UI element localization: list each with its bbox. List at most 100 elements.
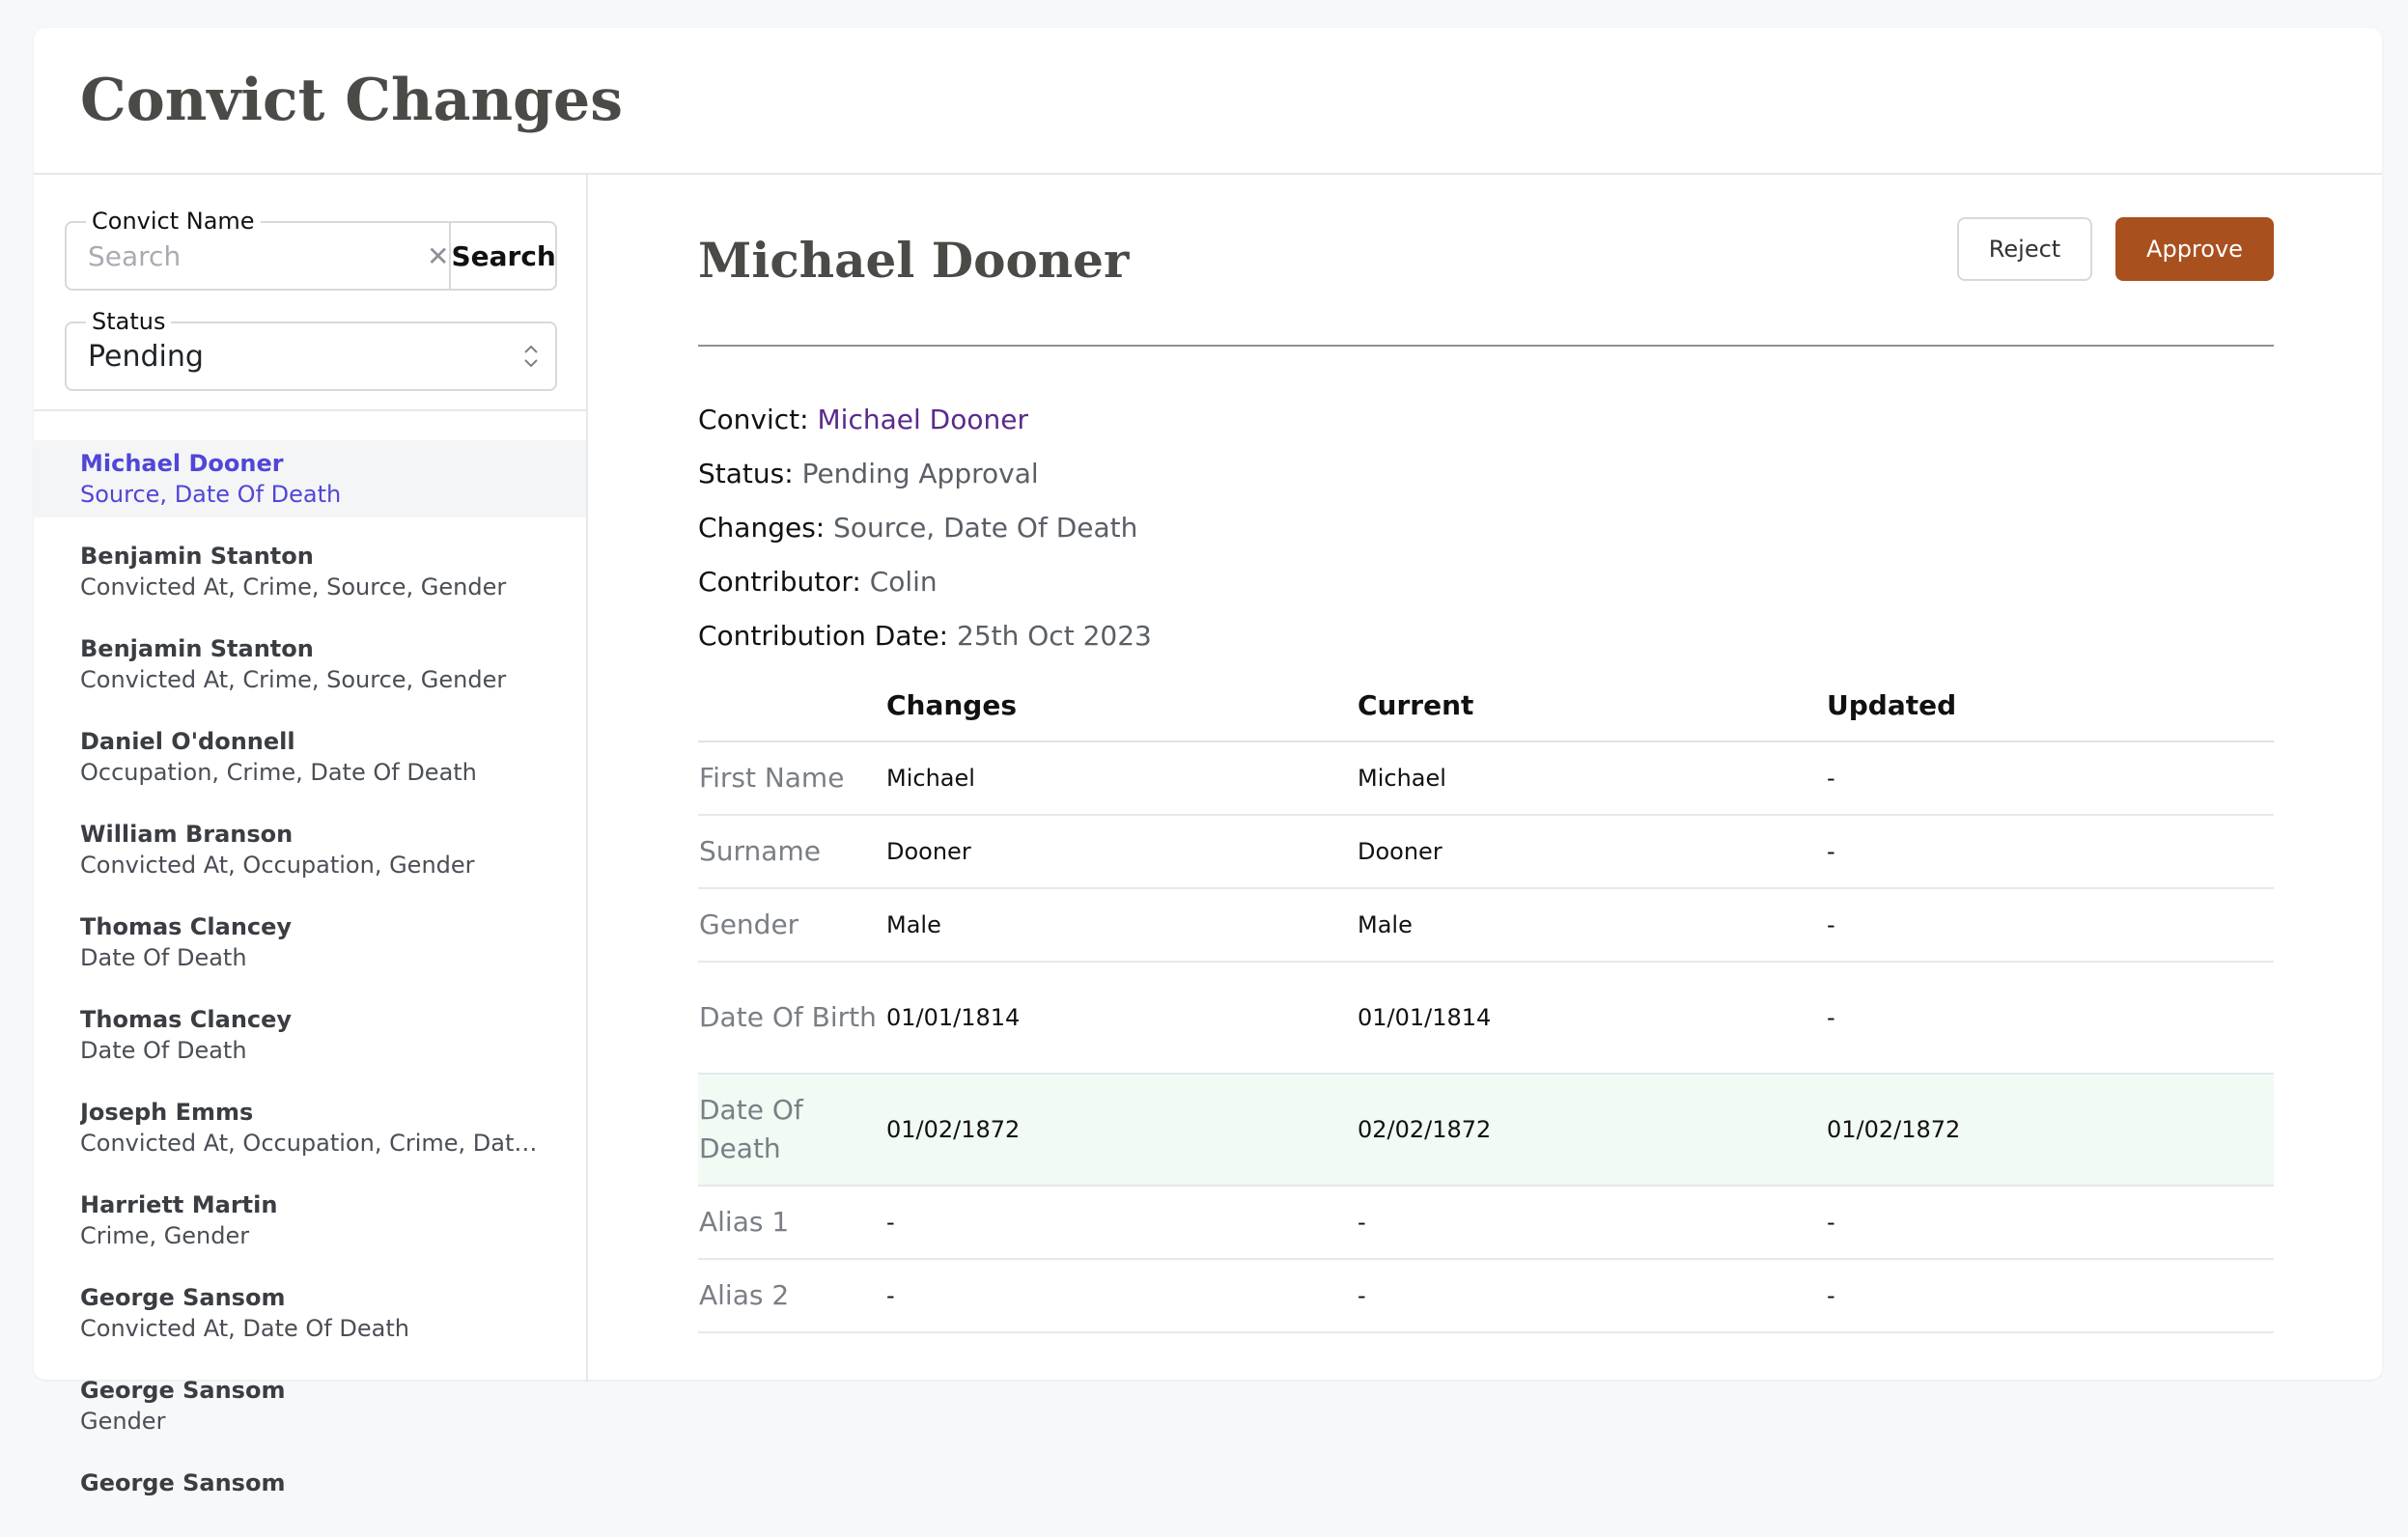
list-item-changes: Crime, Gender [80,1222,250,1249]
list-item[interactable]: Michael Dooner Source, Date Of Death [34,440,586,517]
current-cell: Dooner [1357,815,1826,889]
column-header: Updated [1826,669,2274,742]
current-cell: - [1357,1259,1826,1333]
list-item-name: Thomas Clancey [80,1006,293,1033]
list-item-changes: Convicted At, Crime, Source, Gender [80,573,507,601]
list-item-name: George Sansom [80,1377,286,1404]
changes-cell: Male [885,888,1357,963]
list-item[interactable]: George Sansom Gender [34,1367,586,1444]
changes-table: Changes Current Updated First Name Michae… [698,669,2274,1333]
list-item-changes: Occupation, Crime, Date Of Death [80,759,477,786]
current-cell: - [1357,1186,1826,1260]
status-value: Pending [88,339,204,374]
table-row: Gender Male Male - [698,888,2274,963]
list-item-changes: Gender [80,1408,166,1435]
list-item-name: Thomas Clancey [80,913,293,940]
reject-button[interactable]: Reject [1957,217,2092,281]
meta-date: Contribution Date: 25th Oct 2023 [698,609,2274,663]
list-item-name: Michael Dooner [80,450,284,477]
list-item-changes: Convicted At, Occupation, Crime, Date Of… [80,1130,540,1157]
changes-cell: Dooner [885,815,1357,889]
list-item-changes: Source, Date Of Death [80,481,342,508]
list-item[interactable]: Daniel O'donnell Occupation, Crime, Date … [34,718,586,796]
list-item[interactable]: William Branson Convicted At, Occupation,… [34,811,586,888]
meta-status-label: Status: [698,458,794,489]
changes-cell: - [885,1186,1357,1260]
list-item-name: Benjamin Stanton [80,635,314,662]
approve-button[interactable]: Approve [2115,217,2274,281]
updated-cell: - [1826,815,2274,889]
current-cell: 02/02/1872 [1357,1074,1826,1187]
field-label: Date Of Birth [698,962,885,1075]
meta-status-value: Pending Approval [801,458,1039,489]
filters: Convict Name ✕ Search Status Pending [34,175,586,411]
list-item[interactable]: Joseph Emms Convicted At, Occupation, Cri… [34,1089,586,1166]
list-item-changes: Date Of Death [80,1037,247,1064]
list-item-name: Benjamin Stanton [80,543,314,570]
column-header [698,669,885,742]
chevron-up-down-icon [507,342,555,371]
detail-header: Michael Dooner Reject Approve [698,175,2274,347]
meta-contributor-label: Contributor: [698,566,861,598]
table-row: Date Of Death 01/02/1872 02/02/1872 01/02/1… [698,1074,2274,1187]
clear-icon[interactable]: ✕ [427,223,449,289]
field-label: Alias 1 [698,1186,885,1260]
list-item-name: William Branson [80,821,294,848]
list-item-changes: Convicted At, Crime, Source, Gender [80,666,507,693]
list-item-name: George Sansom [80,1284,286,1311]
meta-contributor: Contributor: Colin [698,555,2274,609]
meta-convict-label: Convict: [698,404,809,435]
updated-cell: 01/02/1872 [1826,1074,2274,1187]
changes-cell: 01/01/1814 [885,962,1357,1075]
updated-cell: - [1826,962,2274,1075]
meta-changes-label: Changes: [698,512,826,544]
table-row: First Name Michael Michael - [698,741,2274,816]
list-item-changes: Convicted At, Date Of Death [80,1315,409,1342]
status-legend: Status [86,308,172,335]
updated-cell: - [1826,1259,2274,1333]
current-cell: Michael [1357,741,1826,816]
sidebar: Convict Name ✕ Search Status Pending Mic… [34,175,588,1496]
changes-cell: - [885,1259,1357,1333]
list-item[interactable]: George Sansom Convicted At, Date Of Death [34,1274,586,1352]
list-item[interactable]: Harriett Martin Crime, Gender [34,1182,586,1259]
updated-cell: - [1826,1186,2274,1260]
current-cell: Male [1357,888,1826,963]
updated-cell: - [1826,888,2274,963]
field-label: Alias 2 [698,1259,885,1333]
meta-changes-value: Source, Date Of Death [833,512,1138,544]
detail-title: Michael Dooner [698,231,1130,289]
changes-cell: Michael [885,741,1357,816]
convict-list: Michael Dooner Source, Date Of Death Benja… [34,411,586,1537]
list-item[interactable]: Benjamin Stanton Convicted At, Crime, Sou… [34,626,586,703]
convict-name-field: Convict Name ✕ Search [65,208,557,291]
meta-changes: Changes: Source, Date Of Death [698,501,2274,555]
meta-contributor-value: Colin [869,566,938,598]
field-label: First Name [698,741,885,816]
list-item-changes: Date Of Death [80,944,247,971]
list-item-name: Daniel O'donnell [80,728,295,755]
list-item[interactable]: Benjamin Stanton Convicted At, Crime, Sou… [34,533,586,610]
search-button[interactable]: Search [449,223,556,289]
list-item[interactable]: George Sansom [34,1460,586,1537]
list-item[interactable]: Thomas Clancey Date Of Death [34,996,586,1074]
field-label: Gender [698,888,885,963]
table-row: Alias 2--- [698,1259,2274,1333]
list-item-name: Harriett Martin [80,1191,278,1218]
list-item[interactable]: Thomas Clancey Date Of Death [34,904,586,981]
updated-cell: - [1826,741,2274,816]
meta-date-value: 25th Oct 2023 [957,620,1152,652]
meta-date-label: Contribution Date: [698,620,949,652]
main-card: Convict Changes Convict Name ✕ Search St… [34,28,2382,1496]
table-row: Surname Dooner Dooner - [698,815,2274,889]
table-row: Date Of Birth 01/01/1814 01/01/1814- [698,962,2274,1075]
changes-cell: 01/02/1872 [885,1074,1357,1187]
column-header: Changes [885,669,1357,742]
convict-link[interactable]: Michael Dooner [818,404,1028,435]
status-select[interactable]: Status Pending [65,308,557,391]
list-item-name: George Sansom [80,1469,286,1496]
field-label: Surname [698,815,885,889]
table-row: Alias 1--- [698,1186,2274,1260]
detail-meta: Convict: Michael Dooner Status: Pending … [698,347,2274,663]
meta-status: Status: Pending Approval [698,447,2274,501]
